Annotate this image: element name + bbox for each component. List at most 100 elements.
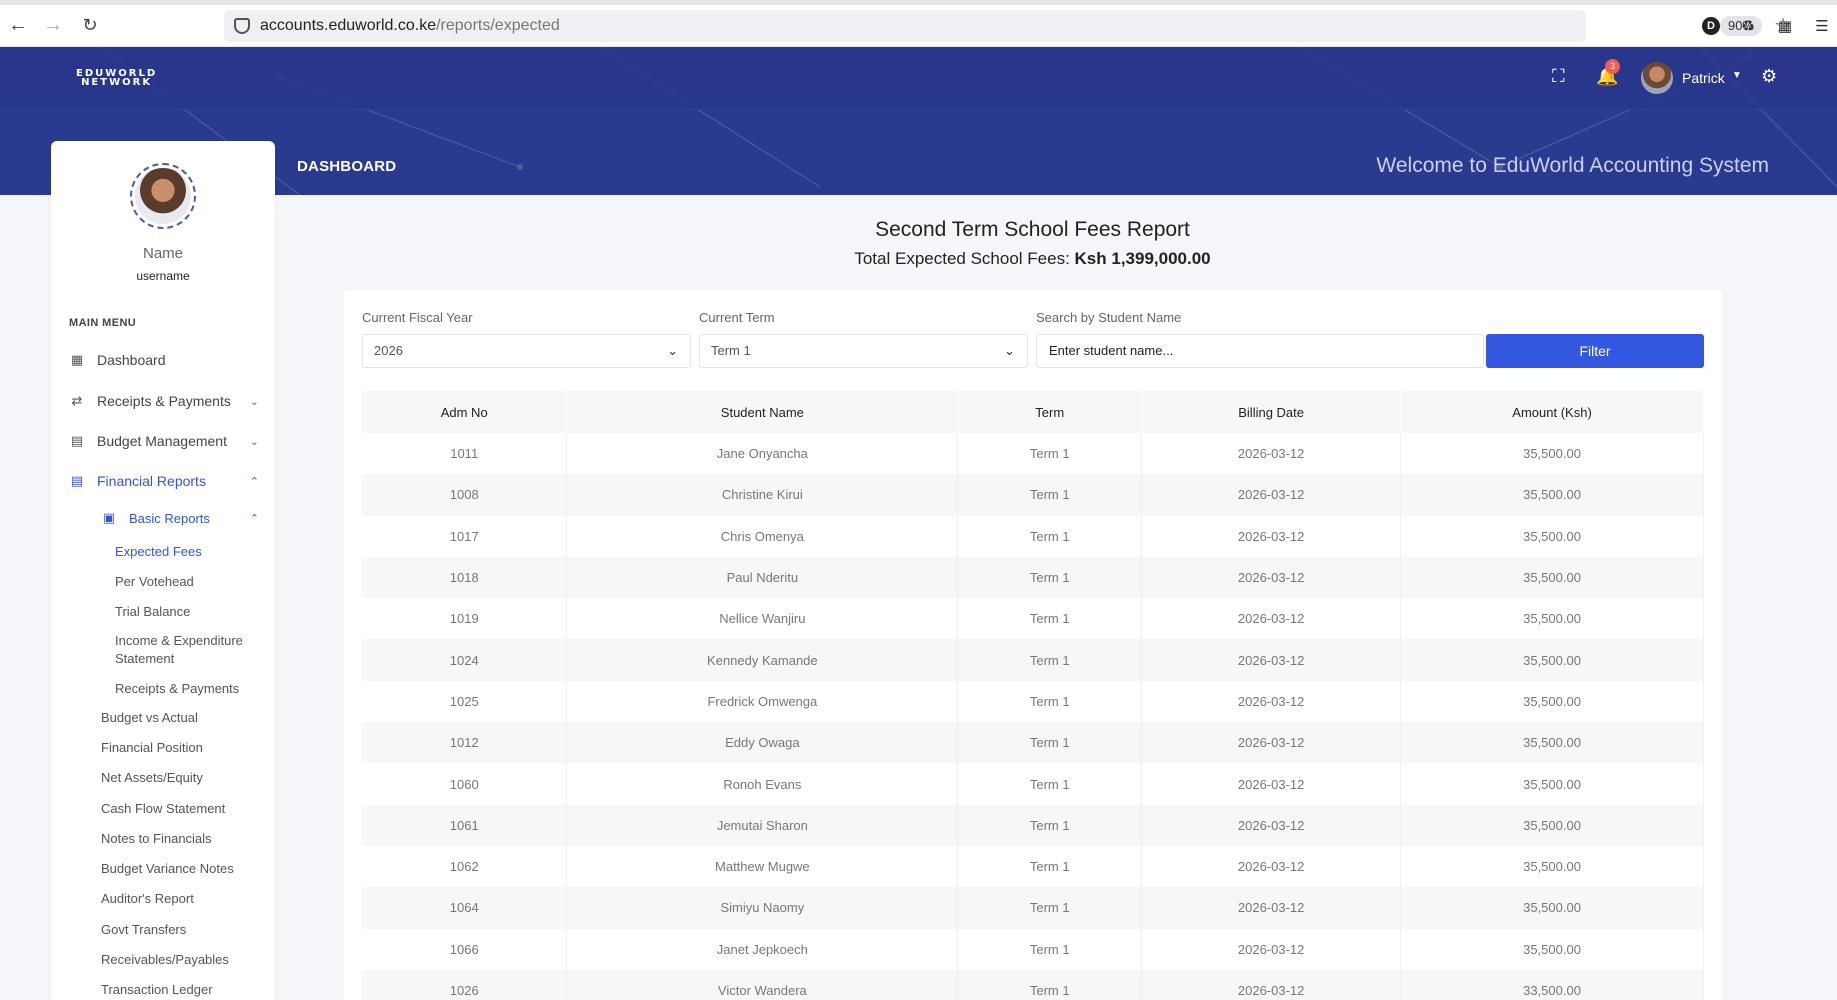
cell-adm-no: 1024 (362, 639, 568, 681)
cell-adm-no: 1018 (362, 556, 568, 599)
cell-term: Term 1 (957, 845, 1143, 888)
gear-icon[interactable]: ⚙ (1761, 66, 1777, 87)
sidebar-item-auditors-report[interactable]: Auditor's Report (101, 891, 194, 906)
table-row[interactable]: 1017 Chris Omenya Term 1 2026-03-12 35,500.0… (362, 515, 1704, 557)
table-row[interactable]: 1008 Christine Kirui Term 1 2026-03-12 35,50… (362, 474, 1704, 516)
sidebar-sub-income-expenditure[interactable]: Income & Expenditure Statement (115, 632, 265, 668)
col-header-term[interactable]: Term (957, 391, 1143, 433)
sidebar-item-govt-transfers[interactable]: Govt Transfers (101, 922, 186, 937)
cell-student-name: Paul Nderitu (566, 556, 959, 599)
col-header-amount[interactable]: Amount (Ksh) (1400, 391, 1704, 433)
reload-icon[interactable]: ↻ (77, 12, 103, 38)
cell-term: Term 1 (957, 969, 1143, 1000)
table-row[interactable]: 1019 Nellice Wanjiru Term 1 2026-03-12 35,50… (362, 598, 1704, 640)
money-icon: ▣ (102, 510, 116, 525)
cell-amount: 35,500.00 (1400, 928, 1704, 970)
address-bar[interactable]: accounts.eduworld.co.ke/reports/expected… (224, 10, 1792, 42)
col-header-adm-no[interactable]: Adm No (362, 391, 568, 433)
cell-student-name: Chris Omenya (566, 515, 959, 557)
avatar (130, 163, 196, 229)
extension-d-icon[interactable]: D (1700, 15, 1722, 37)
col-header-student-name[interactable]: Student Name (566, 391, 959, 433)
table-row[interactable]: 1062 Matthew Mugwe Term 1 2026-03-12 35,500.… (362, 845, 1704, 888)
cell-student-name: Eddy Owaga (566, 722, 959, 764)
term-label: Current Term (699, 310, 775, 325)
cell-adm-no: 1025 (362, 680, 568, 723)
sidebar-item-net-assets[interactable]: Net Assets/Equity (101, 770, 203, 785)
cell-student-name: Kennedy Kamande (566, 639, 959, 681)
filter-button[interactable]: Filter (1486, 334, 1704, 368)
table-row[interactable]: 1061 Jemutai Sharon Term 1 2026-03-12 35,500… (362, 804, 1704, 846)
sidebar-item-receipts-payments[interactable]: ⇄ Receipts & Payments ⌄ (69, 390, 259, 412)
extensions-puzzle-icon[interactable]: ♻ (1737, 15, 1759, 37)
sidebar-item-dashboard[interactable]: ▦ Dashboard (69, 349, 259, 371)
student-search-input[interactable]: Enter student name... (1036, 334, 1484, 368)
report-icon: ▤ (70, 473, 84, 488)
cell-amount: 35,500.00 (1400, 887, 1704, 929)
cell-billing-date: 2026-03-12 (1141, 763, 1402, 805)
forward-arrow-icon[interactable]: → (40, 12, 66, 38)
chevron-down-icon[interactable]: ▼ (1732, 70, 1742, 81)
logo[interactable]: EDUWORLD NETWORK (76, 69, 157, 88)
sidebar-item-budget-vs-actual[interactable]: Budget vs Actual (101, 710, 198, 725)
fiscal-year-select[interactable]: 2026 ⌄ (362, 334, 691, 368)
url-text: accounts.eduworld.co.ke/reports/expected (260, 17, 560, 34)
transfer-icon: ⇄ (71, 393, 83, 408)
cell-amount: 35,500.00 (1400, 639, 1704, 681)
table-row[interactable]: 1026 Victor Wandera Term 1 2026-03-12 33,500… (362, 969, 1704, 1000)
col-header-billing-date[interactable]: Billing Date (1141, 391, 1402, 433)
sidebar-item-financial-reports[interactable]: ▤ Financial Reports ⌃ (69, 470, 259, 492)
fullscreen-icon[interactable]: ⛶ (1552, 66, 1565, 87)
sidebar-item-budget-management[interactable]: ▤ Budget Management ⌄ (69, 430, 259, 452)
table-row[interactable]: 1011 Jane Onyancha Term 1 2026-03-12 35,500.… (362, 433, 1704, 475)
table-row[interactable]: 1018 Paul Nderitu Term 1 2026-03-12 35,500.0… (362, 556, 1704, 599)
table-row[interactable]: 1064 Simiyu Naomy Term 1 2026-03-12 35,500.0… (362, 887, 1704, 929)
cell-adm-no: 1060 (362, 763, 568, 805)
sidebar-sub-expected-fees[interactable]: Expected Fees (115, 543, 265, 561)
chevron-up-icon: ⌃ (249, 512, 259, 525)
qr-code-icon[interactable]: ▦ (1774, 15, 1796, 37)
bar-chart-icon: ▤ (70, 433, 84, 448)
table-row[interactable]: 1060 Ronoh Evans Term 1 2026-03-12 35,500.00 (362, 763, 1704, 805)
sidebar-item-cash-flow[interactable]: Cash Flow Statement (101, 801, 225, 816)
chevron-down-icon: ⌄ (249, 395, 259, 408)
cell-term: Term 1 (957, 639, 1143, 681)
sidebar-item-receivables[interactable]: Receivables/Payables (101, 952, 229, 967)
table-row[interactable]: 1024 Kennedy Kamande Term 1 2026-03-12 35,50… (362, 639, 1704, 681)
back-arrow-icon[interactable]: ← (5, 12, 31, 38)
sidebar-sub-trial-balance[interactable]: Trial Balance (115, 603, 265, 621)
cell-amount: 33,500.00 (1400, 969, 1704, 1000)
sidebar-item-basic-reports[interactable]: ▣ Basic Reports ⌃ (101, 507, 259, 529)
profile-username: username (136, 269, 190, 283)
notification-badge: 3 (1605, 59, 1620, 74)
sidebar-item-budget-variance[interactable]: Budget Variance Notes (101, 861, 234, 876)
sidebar-item-notes[interactable]: Notes to Financials (101, 831, 212, 846)
user-avatar[interactable] (1641, 62, 1673, 94)
profile-name: Name (142, 245, 183, 262)
report-title: Second Term School Fees Report (875, 218, 1190, 241)
sidebar-sub-receipts-payments[interactable]: Receipts & Payments (115, 680, 265, 698)
sidebar-item-financial-position[interactable]: Financial Position (101, 740, 203, 755)
sidebar-sub-per-votehead[interactable]: Per Votehead (115, 573, 265, 591)
cell-term: Term 1 (957, 804, 1143, 846)
cell-adm-no: 1064 (362, 887, 568, 929)
sidebar-item-transaction-ledger[interactable]: Transaction Ledger (101, 982, 213, 997)
table-row[interactable]: 1025 Fredrick Omwenga Term 1 2026-03-12 35,5… (362, 680, 1704, 723)
user-name[interactable]: Patrick (1682, 70, 1725, 86)
cell-billing-date: 2026-03-12 (1141, 845, 1402, 888)
sidebar: Name username MAIN MENU ▦ Dashboard ⇄ Rece… (51, 141, 275, 1000)
cell-adm-no: 1012 (362, 722, 568, 764)
browser-tab-strip (0, 0, 1837, 5)
cell-billing-date: 2026-03-12 (1141, 556, 1402, 599)
cell-adm-no: 1061 (362, 804, 568, 846)
cell-adm-no: 1062 (362, 845, 568, 888)
cell-amount: 35,500.00 (1400, 474, 1704, 516)
cell-term: Term 1 (957, 722, 1143, 764)
main-menu-title: MAIN MENU (69, 317, 137, 329)
menu-icon[interactable]: ☰ (1811, 15, 1833, 37)
term-select[interactable]: Term 1 ⌄ (699, 334, 1028, 368)
cell-amount: 35,500.00 (1400, 722, 1704, 764)
table-row[interactable]: 1012 Eddy Owaga Term 1 2026-03-12 35,500.00 (362, 722, 1704, 764)
table-row[interactable]: 1066 Janet Jepkoech Term 1 2026-03-12 35,500… (362, 928, 1704, 970)
cell-student-name: Jane Onyancha (566, 433, 959, 475)
